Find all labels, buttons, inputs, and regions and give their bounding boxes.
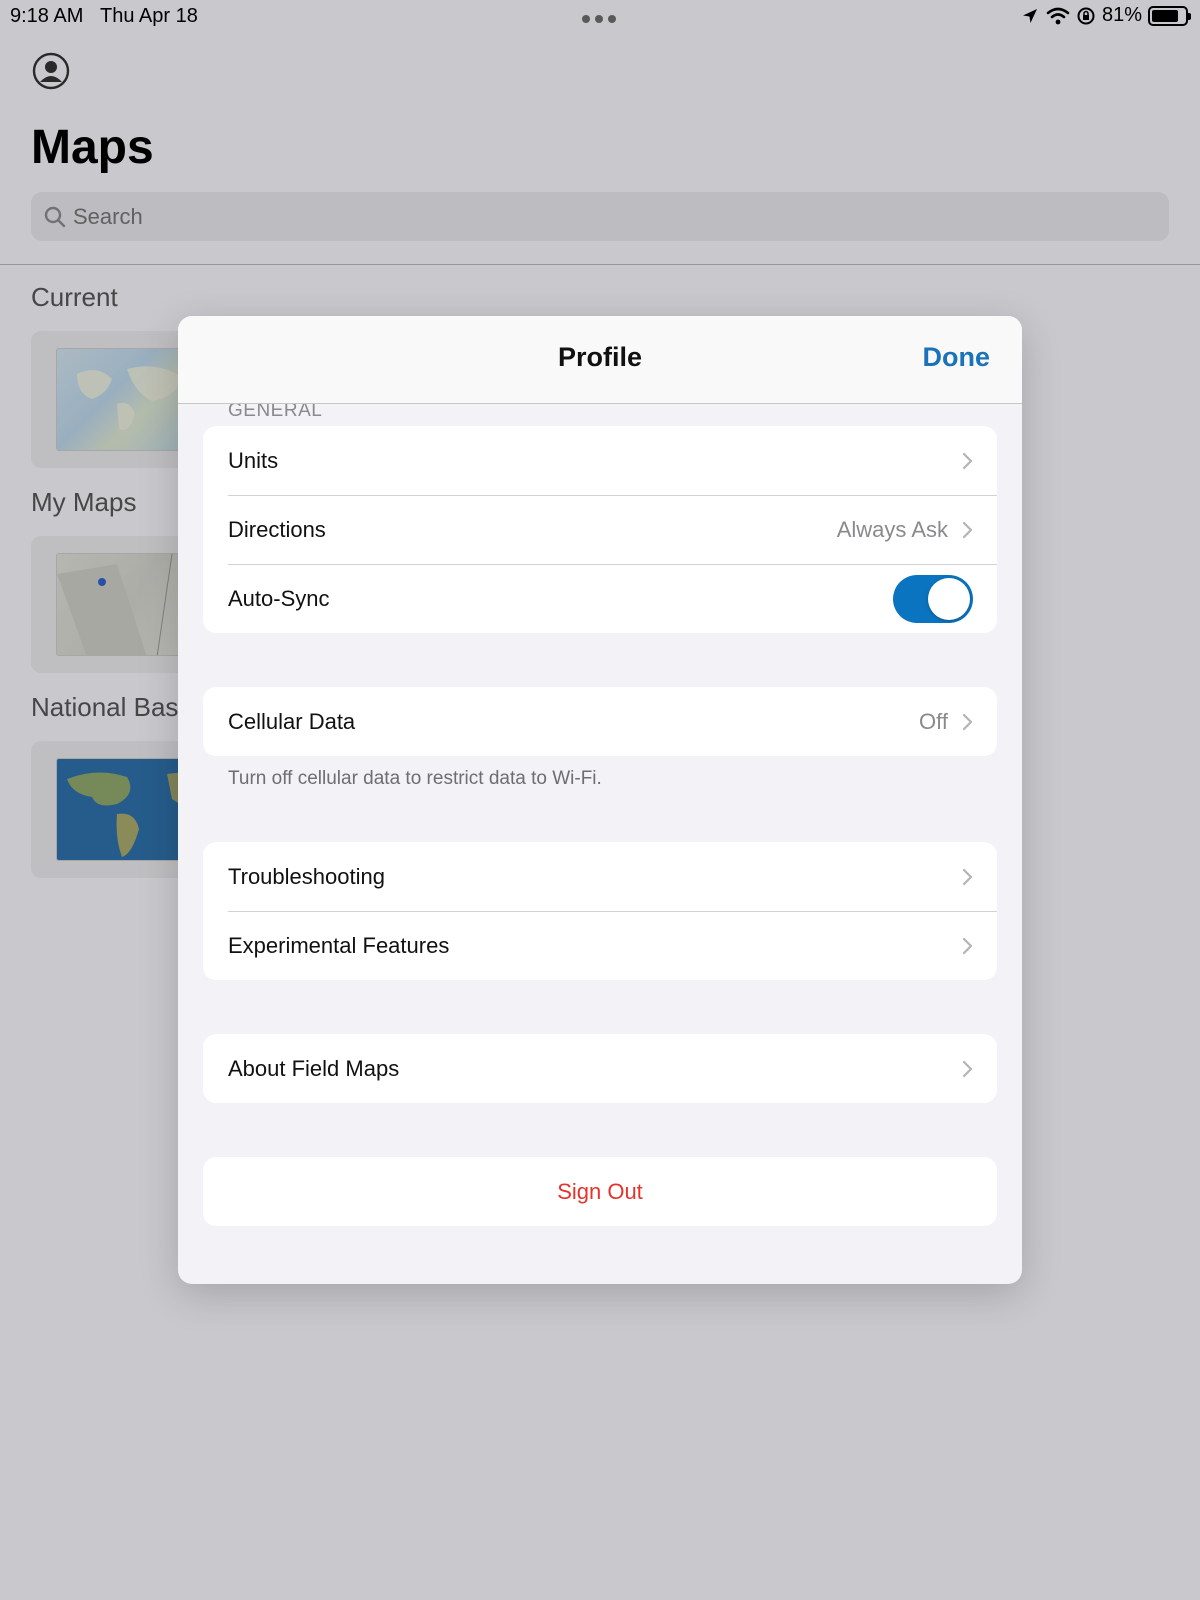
directions-label: Directions bbox=[228, 516, 326, 542]
modal-title: Profile bbox=[557, 342, 643, 372]
sign-out-group: Sign Out bbox=[203, 1157, 997, 1226]
directions-row[interactable]: Directions Always Ask bbox=[203, 495, 997, 564]
chevron-right-icon bbox=[962, 521, 973, 538]
done-button[interactable]: Done bbox=[923, 342, 991, 373]
experimental-features-label: Experimental Features bbox=[228, 932, 450, 958]
cellular-data-label: Cellular Data bbox=[228, 708, 356, 734]
units-label: Units bbox=[228, 447, 279, 473]
chevron-right-icon bbox=[962, 937, 973, 954]
support-group: Troubleshooting Experimental Features bbox=[203, 842, 997, 980]
directions-value: Always Ask bbox=[836, 516, 948, 542]
modal-header: Profile Done bbox=[178, 316, 1022, 404]
cellular-group: Cellular Data Off bbox=[203, 687, 997, 756]
troubleshooting-label: Troubleshooting bbox=[228, 863, 385, 889]
chevron-right-icon bbox=[962, 1060, 973, 1077]
screen: 9:18 AM Thu Apr 18 81% Maps Search Curre… bbox=[0, 0, 1200, 1600]
auto-sync-row: Auto-Sync bbox=[203, 564, 997, 633]
profile-modal: Profile Done GENERAL Units Directions Al… bbox=[178, 316, 1022, 1284]
chevron-right-icon bbox=[962, 868, 973, 885]
about-field-maps-label: About Field Maps bbox=[228, 1055, 400, 1081]
toggle-knob bbox=[928, 577, 970, 620]
cellular-data-value: Off bbox=[919, 708, 948, 734]
auto-sync-toggle[interactable] bbox=[893, 574, 973, 623]
units-row[interactable]: Units bbox=[203, 426, 997, 495]
auto-sync-label: Auto-Sync bbox=[228, 585, 330, 611]
general-group: Units Directions Always Ask Auto-Sync bbox=[203, 426, 997, 633]
experimental-features-row[interactable]: Experimental Features bbox=[203, 911, 997, 980]
cellular-data-row[interactable]: Cellular Data Off bbox=[203, 687, 997, 756]
about-field-maps-row[interactable]: About Field Maps bbox=[203, 1034, 997, 1103]
chevron-right-icon bbox=[962, 713, 973, 730]
chevron-right-icon bbox=[962, 452, 973, 469]
cellular-footnote: Turn off cellular data to restrict data … bbox=[228, 768, 602, 789]
sign-out-button[interactable]: Sign Out bbox=[203, 1157, 997, 1226]
about-group: About Field Maps bbox=[203, 1034, 997, 1103]
troubleshooting-row[interactable]: Troubleshooting bbox=[203, 842, 997, 911]
sign-out-label: Sign Out bbox=[557, 1178, 643, 1204]
